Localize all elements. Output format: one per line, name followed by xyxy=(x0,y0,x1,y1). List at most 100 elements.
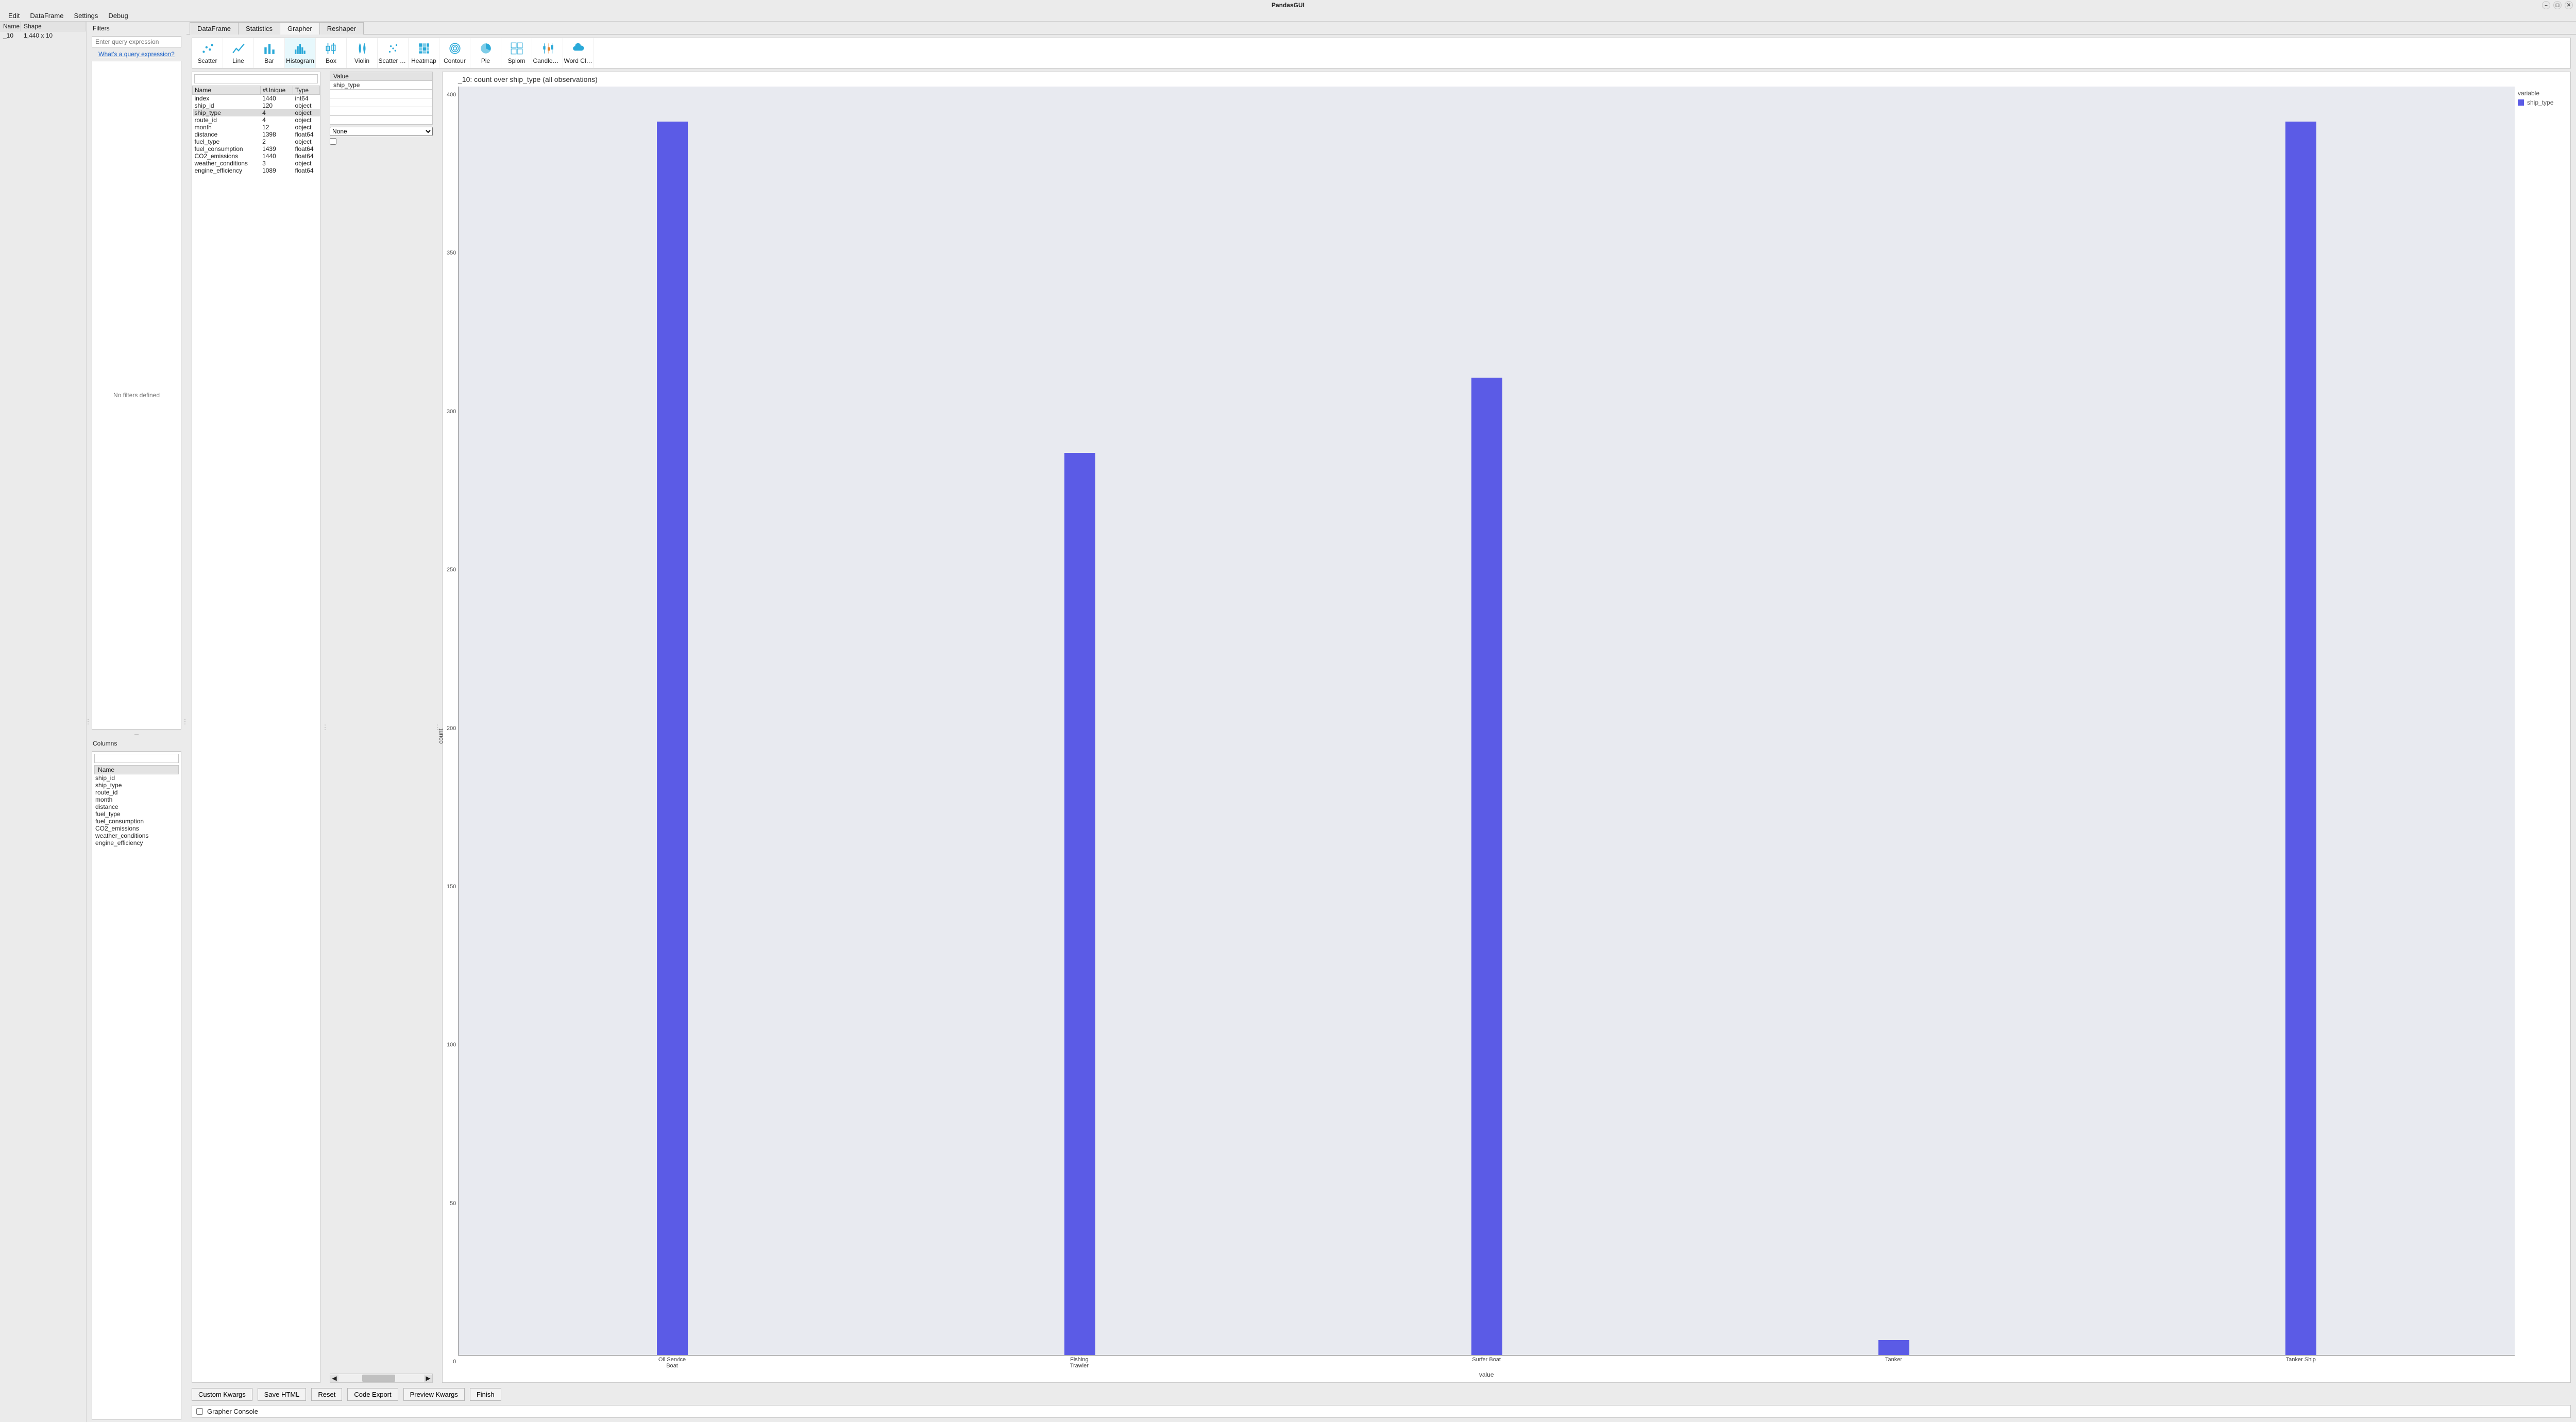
chart-type-toolbar: ScatterLineBarHistogramBoxViolinScatter … xyxy=(192,38,2571,69)
chart-plot-area[interactable] xyxy=(458,87,2515,1356)
var-header[interactable]: #Unique xyxy=(260,86,293,95)
menubar: Edit DataFrame Settings Debug xyxy=(0,10,2576,22)
tab-dataframe[interactable]: DataFrame xyxy=(190,22,239,35)
var-row[interactable]: CO2_emissions1440float64 xyxy=(193,153,320,160)
menu-dataframe[interactable]: DataFrame xyxy=(25,11,69,21)
column-item[interactable]: ship_type xyxy=(94,782,179,789)
value-checkbox[interactable] xyxy=(330,138,336,145)
nav-row[interactable]: _10 1,440 x 10 xyxy=(0,31,86,40)
chart-type-heatmap[interactable]: Heatmap xyxy=(409,38,439,68)
btn-save-html[interactable]: Save HTML xyxy=(258,1388,307,1401)
menu-edit[interactable]: Edit xyxy=(3,11,25,21)
close-button[interactable]: ✕ xyxy=(2565,1,2573,9)
chart-type-bar[interactable]: Bar xyxy=(254,38,285,68)
value-panel: Value ship_type None ◀ ▶ xyxy=(330,72,433,1383)
column-item[interactable]: CO2_emissions xyxy=(94,825,179,832)
var-row[interactable]: index1440int64 xyxy=(193,95,320,103)
filters-box: No filters defined xyxy=(92,61,181,730)
chart-type-histogram[interactable]: Histogram xyxy=(285,38,316,68)
var-header[interactable]: Name xyxy=(193,86,261,95)
var-header[interactable]: Type xyxy=(293,86,319,95)
maximize-button[interactable]: ◻ xyxy=(2553,1,2562,9)
titlebar: PandasGUI – ◻ ✕ xyxy=(0,0,2576,10)
btn-code-export[interactable]: Code Export xyxy=(347,1388,398,1401)
btn-finish[interactable]: Finish xyxy=(470,1388,501,1401)
column-item[interactable]: month xyxy=(94,796,179,803)
x-axis-labels: Oil Service BoatFishing TrawlerSurfer Bo… xyxy=(458,1356,2515,1369)
var-row[interactable]: ship_id120object xyxy=(193,102,320,109)
var-row[interactable]: route_id4object xyxy=(193,116,320,124)
var-row[interactable]: fuel_type2object xyxy=(193,138,320,145)
chart-type-line[interactable]: Line xyxy=(223,38,254,68)
btn-preview-kwargs[interactable]: Preview Kwargs xyxy=(403,1388,465,1401)
chart-title: _10: count over ship_type (all observati… xyxy=(443,72,2570,84)
column-item[interactable]: engine_efficiency xyxy=(94,839,179,847)
column-item[interactable]: weather_conditions xyxy=(94,832,179,839)
splitter-v3[interactable]: ⋮ xyxy=(324,72,327,1383)
chart-type-violin[interactable]: Violin xyxy=(347,38,378,68)
minimize-button[interactable]: – xyxy=(2542,1,2550,9)
chart-type-candlesti-[interactable]: Candlesti... xyxy=(532,38,563,68)
value-select[interactable]: None xyxy=(330,127,433,136)
menu-settings[interactable]: Settings xyxy=(69,11,103,21)
console-row: Grapher Console xyxy=(192,1405,2571,1418)
btn-reset[interactable]: Reset xyxy=(311,1388,342,1401)
scroll-right-icon[interactable]: ▶ xyxy=(424,1375,432,1382)
legend-title: variable xyxy=(2518,90,2563,97)
value-row[interactable] xyxy=(330,107,433,116)
chart-bar[interactable] xyxy=(1471,378,1502,1355)
chart-bar[interactable] xyxy=(2285,122,2316,1355)
menu-debug[interactable]: Debug xyxy=(103,11,133,21)
column-item[interactable]: fuel_type xyxy=(94,810,179,818)
column-item[interactable]: route_id xyxy=(94,789,179,796)
var-row[interactable]: weather_conditions3object xyxy=(193,160,320,167)
action-buttons: Custom Kwargs Save HTML Reset Code Export Pr… xyxy=(187,1386,2576,1403)
value-row[interactable] xyxy=(330,90,433,98)
var-row[interactable]: month12object xyxy=(193,124,320,131)
chart-type-word-cloud[interactable]: Word Cloud xyxy=(563,38,594,68)
columns-search[interactable] xyxy=(94,754,179,763)
filters-label: Filters xyxy=(92,24,181,33)
var-search[interactable] xyxy=(194,74,318,83)
variables-table: Name#UniqueTypeindex1440int64ship_id120o… xyxy=(192,72,320,1383)
var-row[interactable]: distance1398float64 xyxy=(193,131,320,138)
column-item[interactable]: distance xyxy=(94,803,179,810)
chart-type-splom[interactable]: Splom xyxy=(501,38,532,68)
y-axis-ticks: 400350300250200150100500 xyxy=(447,87,458,1378)
app-title: PandasGUI xyxy=(1272,2,1304,9)
chart-type-pie[interactable]: Pie xyxy=(470,38,501,68)
var-row[interactable]: fuel_consumption1439float64 xyxy=(193,145,320,153)
chart-bar[interactable] xyxy=(1878,1340,1909,1355)
nav-header-shape: Shape xyxy=(21,22,86,31)
value-row[interactable] xyxy=(330,116,433,125)
filters-input[interactable] xyxy=(92,36,181,47)
tab-reshaper[interactable]: Reshaper xyxy=(319,22,364,35)
console-label: Grapher Console xyxy=(207,1408,258,1415)
column-item[interactable]: fuel_consumption xyxy=(94,818,179,825)
chart-panel: _10: count over ship_type (all observati… xyxy=(442,72,2571,1383)
splitter-v4[interactable]: ⋮ xyxy=(436,72,439,1383)
tab-grapher[interactable]: Grapher xyxy=(280,22,320,35)
chart-type-box[interactable]: Box xyxy=(316,38,347,68)
chart-type-scatter[interactable]: Scatter xyxy=(192,38,223,68)
console-checkbox[interactable] xyxy=(196,1408,203,1415)
value-row[interactable] xyxy=(330,98,433,107)
chart-type-scatter-3d[interactable]: Scatter 3D xyxy=(378,38,409,68)
value-row[interactable]: ship_type xyxy=(330,81,433,90)
columns-panel: Name ship_idship_typeroute_idmonthdistan… xyxy=(92,751,181,1420)
var-row[interactable]: engine_efficiency1089float64 xyxy=(193,167,320,174)
value-hscroll[interactable]: ◀ ▶ xyxy=(330,1374,433,1383)
splitter-h1[interactable]: — xyxy=(92,733,181,736)
scroll-thumb[interactable] xyxy=(362,1375,395,1382)
scroll-left-icon[interactable]: ◀ xyxy=(330,1375,338,1382)
chart-bar[interactable] xyxy=(657,122,688,1355)
tab-statistics[interactable]: Statistics xyxy=(238,22,280,35)
chart-type-contour[interactable]: Contour xyxy=(439,38,470,68)
legend-series: ship_type xyxy=(2527,99,2553,106)
btn-custom-kwargs[interactable]: Custom Kwargs xyxy=(192,1388,252,1401)
var-row[interactable]: ship_type4object xyxy=(193,109,320,116)
column-item[interactable]: ship_id xyxy=(94,774,179,782)
chart-legend: variable ship_type xyxy=(2515,87,2566,1378)
chart-bar[interactable] xyxy=(1064,453,1095,1355)
filters-help-link[interactable]: What's a query expression? xyxy=(92,50,181,58)
